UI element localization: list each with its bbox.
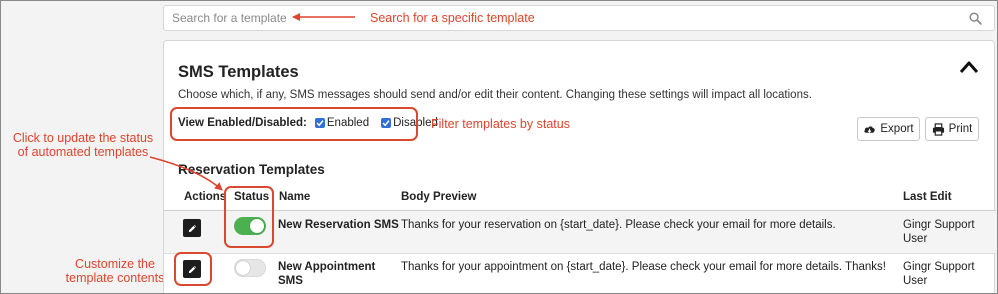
search-bar xyxy=(163,5,995,31)
template-body-preview: Thanks for your reservation on {start_da… xyxy=(401,219,836,231)
annotation-status-line1: Click to update the status xyxy=(12,131,154,145)
print-label: Print xyxy=(948,123,973,135)
last-edit-line1: Gingr Support xyxy=(903,219,975,231)
annotation-edit-line1: Customize the xyxy=(75,257,155,271)
template-body-preview: Thanks for your appointment on {start_da… xyxy=(401,261,886,273)
sms-templates-card: SMS Templates Choose which, if any, SMS … xyxy=(163,40,996,294)
row-divider xyxy=(164,253,996,254)
column-header-body-preview: Body Preview xyxy=(401,191,477,203)
section-title: Reservation Templates xyxy=(178,162,325,177)
last-edit-line2: User xyxy=(903,275,928,287)
template-name-line1: New Appointment xyxy=(278,261,376,273)
pencil-icon xyxy=(188,224,196,232)
card-title: SMS Templates xyxy=(178,63,299,81)
toggle-knob xyxy=(236,261,250,275)
template-name: New Appointment SMS xyxy=(278,260,375,288)
column-header-actions: Actions xyxy=(184,191,227,203)
edit-highlight-box xyxy=(174,252,212,286)
export-button[interactable]: Export xyxy=(857,117,920,141)
annotation-status-line2: of automated templates xyxy=(17,145,149,159)
last-edit-line1: Gingr Support xyxy=(903,261,975,273)
card-description: Choose which, if any, SMS messages shoul… xyxy=(178,89,812,101)
print-button[interactable]: Print xyxy=(925,117,979,141)
annotation-filter: Filter templates by status xyxy=(431,117,570,131)
chevron-up-icon[interactable] xyxy=(959,60,979,74)
column-header-name: Name xyxy=(279,191,311,203)
template-name: New Reservation SMS xyxy=(278,219,399,231)
filter-highlight-box xyxy=(170,107,418,141)
printer-icon xyxy=(932,122,944,136)
last-edit-line2: User xyxy=(903,233,928,245)
search-input[interactable] xyxy=(164,6,944,30)
search-icon[interactable] xyxy=(969,12,982,25)
last-edit: Gingr Support User xyxy=(903,260,975,288)
export-label: Export xyxy=(880,123,914,135)
status-toggle-off[interactable] xyxy=(234,259,266,277)
template-name-line2: SMS xyxy=(278,275,303,287)
annotation-search: Search for a specific template xyxy=(370,11,535,25)
last-edit: Gingr Support User xyxy=(903,218,975,246)
annotation-status: Click to update the status of automated … xyxy=(8,131,158,159)
status-highlight-box xyxy=(224,186,274,248)
edit-button[interactable] xyxy=(183,219,201,237)
annotation-edit: Customize the template contents xyxy=(50,257,180,285)
annotation-edit-line2: template contents xyxy=(65,271,165,285)
cloud-download-icon xyxy=(864,125,876,133)
column-header-last-edit: Last Edit xyxy=(903,191,952,203)
